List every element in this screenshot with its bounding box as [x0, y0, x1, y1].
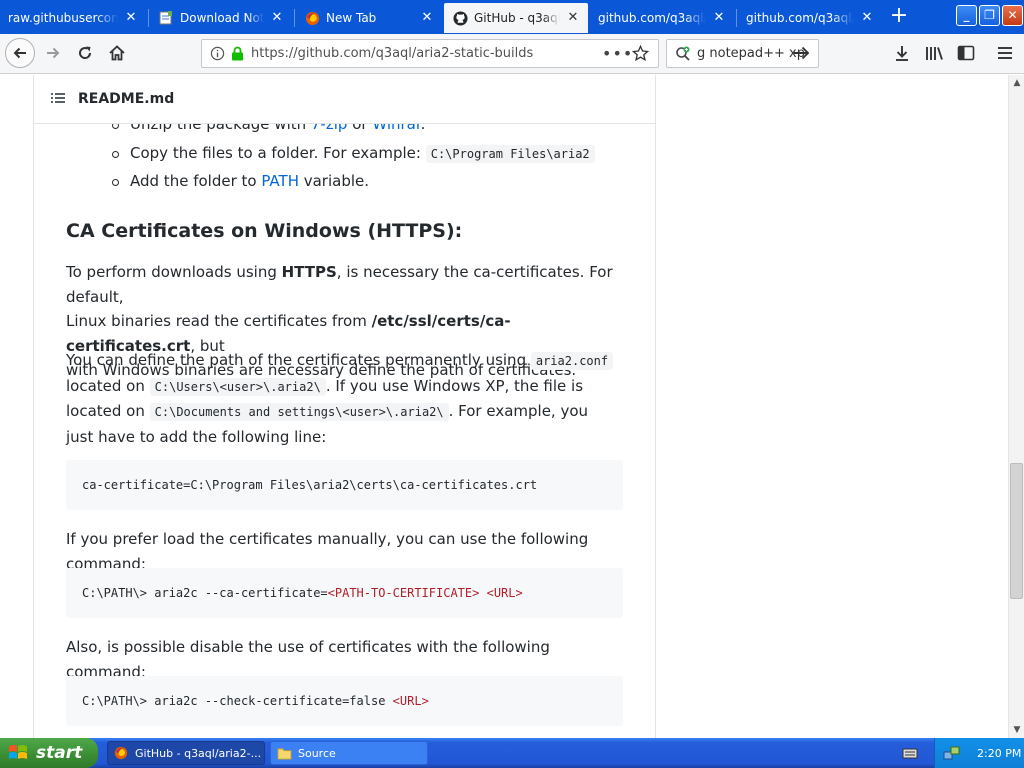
- lock-icon: [231, 46, 245, 62]
- close-window-button[interactable]: ✕: [1002, 5, 1023, 26]
- address-bar[interactable]: https://github.com/q3aql/aria2-static-bu…: [201, 39, 659, 68]
- search-engine-icon[interactable]: [675, 46, 693, 62]
- inline-code: aria2.conf: [530, 352, 614, 370]
- page-actions-icon[interactable]: •••: [602, 44, 633, 63]
- tab-separator: [736, 9, 737, 27]
- home-icon: [109, 45, 125, 61]
- vertical-scrollbar[interactable]: ▲ ▼: [1008, 75, 1024, 738]
- tab-separator: [148, 9, 149, 27]
- tab-label: New Tab: [326, 11, 377, 25]
- windows-logo-icon: [8, 743, 30, 763]
- search-bar[interactable]: g notepad++ xp: [666, 39, 819, 68]
- page-viewport[interactable]: README.md Unzip the package with 7-zip o…: [0, 75, 1008, 738]
- windows-taskbar: start GitHub - q3aql/aria2-... Source 2:…: [0, 738, 1024, 768]
- sidebar-icon: [957, 45, 975, 61]
- code-block: C:\PATH\> aria2c --ca-certificate= <PATH-…: [66, 568, 623, 618]
- inline-code: C:\Program Files\aria2: [425, 145, 595, 163]
- taskbar-item-source[interactable]: Source: [270, 741, 428, 765]
- list-bullet: [112, 179, 119, 186]
- back-button[interactable]: [5, 38, 35, 68]
- tab-label: github.com/q3aql/aria: [598, 11, 706, 25]
- tab-new-tab[interactable]: New Tab ✕: [296, 3, 442, 33]
- library-icon: [926, 47, 943, 60]
- library-button[interactable]: [919, 38, 949, 68]
- scrollbar-thumb[interactable]: [1010, 463, 1023, 599]
- download-icon: [896, 46, 908, 61]
- info-icon[interactable]: [209, 46, 225, 62]
- tab-separator: [294, 9, 295, 27]
- search-go-icon[interactable]: [793, 45, 811, 65]
- tab-label: github.com/q3aql/aria: [746, 11, 854, 25]
- tab-raw-githubusercontent[interactable]: raw.githubuserconten ✕: [0, 3, 146, 33]
- inline-code: C:\Documents and settings\<user>\.aria2\: [149, 403, 449, 421]
- list-item-text: Add the folder to: [130, 172, 262, 190]
- readme-header: README.md: [34, 75, 655, 124]
- start-button[interactable]: start: [0, 738, 98, 768]
- list-icon[interactable]: [50, 90, 66, 109]
- firefox-icon: [114, 745, 130, 761]
- tab-github-aria2-3[interactable]: github.com/q3aql/aria ✕: [738, 3, 882, 33]
- close-icon[interactable]: ✕: [124, 11, 138, 25]
- search-input[interactable]: g notepad++ xp: [697, 46, 805, 61]
- keyboard-icon[interactable]: [902, 745, 918, 764]
- home-button[interactable]: [102, 38, 132, 68]
- tab-github-aria2-2[interactable]: github.com/q3aql/aria ✕: [590, 3, 734, 33]
- back-arrow-icon: [13, 47, 26, 59]
- readme-title: README.md: [78, 91, 175, 107]
- hamburger-menu-icon: [998, 47, 1012, 59]
- scroll-down-arrow-icon[interactable]: ▼: [1009, 722, 1024, 738]
- sidebar-toggle-button[interactable]: [951, 38, 981, 68]
- navigation-toolbar: https://github.com/q3aql/aria2-static-bu…: [0, 34, 1024, 74]
- tab-label: Download Notepa: [180, 11, 264, 25]
- forward-button[interactable]: [38, 38, 68, 68]
- readme-container: README.md Unzip the package with 7-zip o…: [33, 75, 656, 738]
- list-bullet: [112, 151, 119, 158]
- reload-icon: [79, 46, 92, 59]
- start-label: start: [36, 743, 83, 763]
- code-block: ca-certificate=C:\Program Files\aria2\ce…: [66, 460, 623, 510]
- code-block: C:\PATH\> aria2c --check-certificate=fal…: [66, 676, 623, 726]
- inline-code: C:\Users\<user>\.aria2\: [149, 377, 326, 396]
- taskbar-item-label: Source: [298, 746, 336, 760]
- network-icon[interactable]: [943, 744, 961, 762]
- clock[interactable]: 2:20 PM: [977, 747, 1021, 760]
- list-item-text: variable.: [298, 172, 370, 190]
- scroll-up-arrow-icon[interactable]: ▲: [1009, 75, 1024, 91]
- close-icon[interactable]: ✕: [270, 11, 284, 25]
- close-icon[interactable]: ✕: [566, 11, 580, 25]
- notepad-icon: [158, 10, 174, 26]
- section-heading: CA Certificates on Windows (HTTPS):: [66, 220, 463, 242]
- taskbar-item-firefox[interactable]: GitHub - q3aql/aria2-...: [107, 741, 265, 765]
- forward-arrow-icon: [47, 47, 60, 59]
- folder-icon: [277, 745, 293, 761]
- reload-button[interactable]: [70, 38, 100, 68]
- menu-button[interactable]: [990, 38, 1020, 68]
- tab-label: raw.githubuserconten: [8, 11, 118, 25]
- tab-download-notepad[interactable]: Download Notepa ✕: [150, 3, 292, 33]
- close-icon[interactable]: ✕: [420, 11, 434, 25]
- tab-github-aria2[interactable]: GitHub - q3aql/aria ✕: [444, 3, 588, 33]
- minimize-button[interactable]: _: [956, 5, 977, 26]
- github-icon: [452, 10, 468, 26]
- close-icon[interactable]: ✕: [712, 11, 726, 25]
- taskbar-item-label: GitHub - q3aql/aria2-...: [135, 746, 262, 760]
- firefox-icon: [304, 10, 320, 26]
- url-text: https://github.com/q3aql/aria2-static-bu…: [251, 46, 534, 61]
- close-icon[interactable]: ✕: [860, 11, 874, 25]
- system-tray: 2:20 PM: [934, 738, 1024, 768]
- downloads-button[interactable]: [887, 38, 917, 68]
- restore-button[interactable]: ❐: [979, 5, 1000, 26]
- tab-label: GitHub - q3aql/aria: [474, 11, 560, 25]
- list-item-text: Copy the files to a folder. For example:: [130, 144, 426, 162]
- new-tab-button[interactable]: +: [886, 5, 912, 29]
- tab-strip: raw.githubuserconten ✕ Download Notepa ✕…: [0, 0, 1024, 34]
- list-item: Copy the files to a folder. For example:…: [130, 144, 595, 163]
- bookmark-star-icon[interactable]: [631, 44, 650, 66]
- path-link[interactable]: PATH: [261, 172, 299, 190]
- list-item: Add the folder to PATH variable.: [130, 172, 369, 190]
- paragraph-define-path: You can define the path of the certifica…: [66, 348, 632, 449]
